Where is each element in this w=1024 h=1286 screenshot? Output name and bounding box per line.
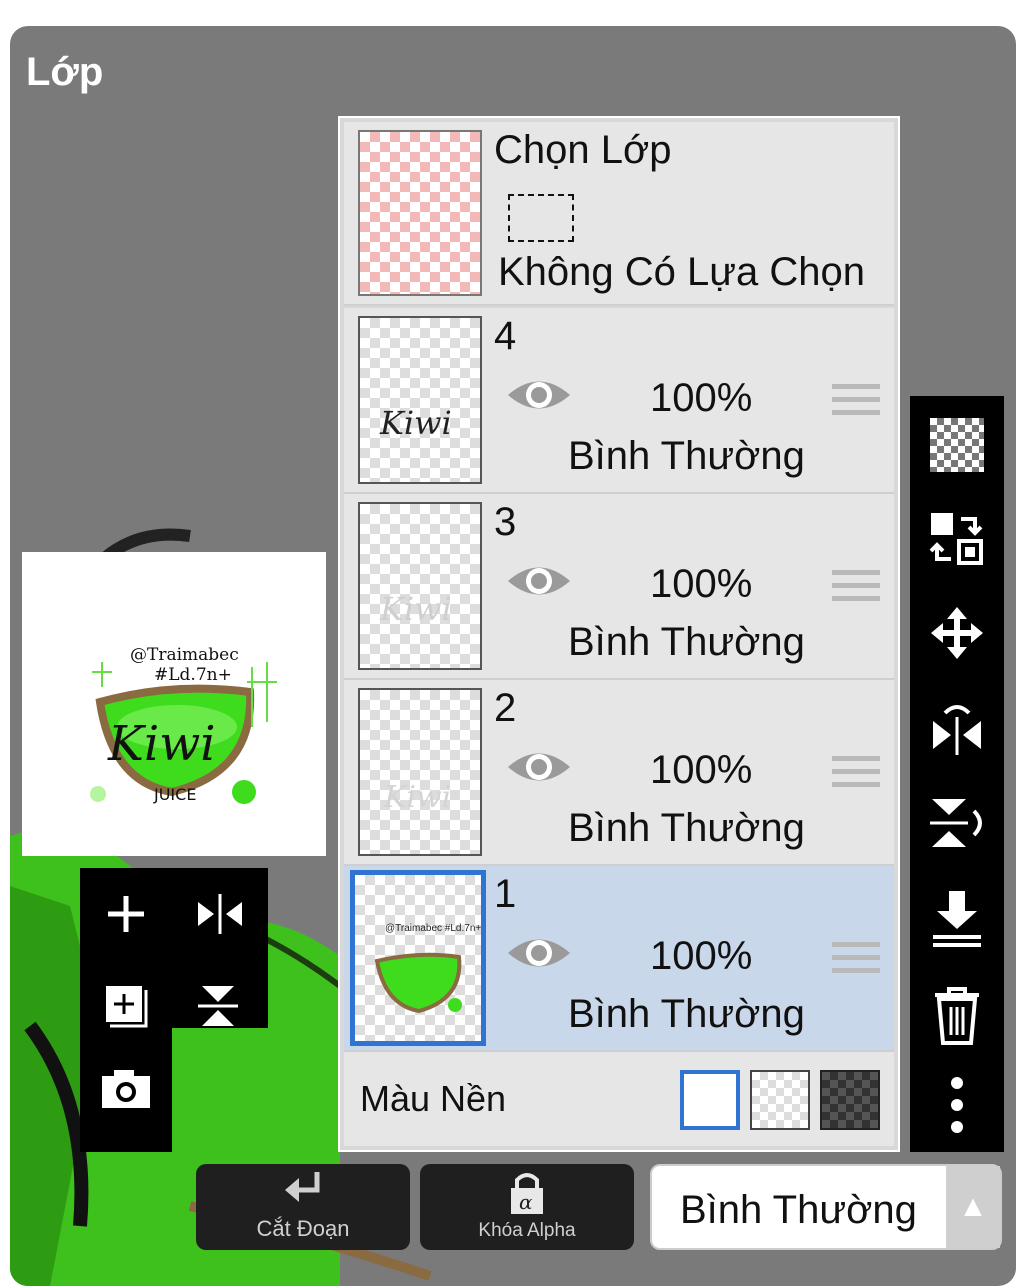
right-toolbar [910,396,1004,1152]
selection-title: Chọn Lớp [494,128,672,172]
move-button[interactable] [910,586,1004,680]
clipping-label: Cắt Đoạn [256,1216,350,1241]
layer-thumb-text: @Traimabec #Ld.7n+ [385,923,482,934]
transparent-fill-button[interactable] [910,398,1004,492]
preview-line1: @Traimabec [130,645,239,665]
eye-icon [508,381,570,409]
selection-layer-row[interactable]: Chọn Lớp Không Có Lựa Chọn [344,122,894,306]
layer-thumb-text: Kiwi [384,780,452,815]
flip-vertical-icon [930,799,982,847]
layer-thumbnail: @Traimabec #Ld.7n+ [350,870,486,1046]
move-icon [931,607,983,659]
background-color-label: Màu Nền [360,1078,507,1119]
layer-thumb-text: Kiwi [380,404,452,442]
layer-thumbnail: Kiwi [358,316,482,484]
eye-icon [508,753,570,781]
selection-status: Không Có Lựa Chọn [498,250,866,294]
layer-opacity: 100% [650,934,753,978]
flip-horizontal-icon [198,894,242,934]
layer-blend-mode: Bình Thường [568,806,805,850]
background-dark-swatch[interactable] [820,1070,880,1130]
layer-name: 3 [494,500,517,544]
flip-vertical-button[interactable] [910,776,1004,870]
layer-opacity: 100% [650,748,753,792]
layers-list: Chọn Lớp Không Có Lựa Chọn Kiwi 4 100% B… [338,116,900,1152]
flip-horizontal-icon [933,705,981,755]
layer-row-selected[interactable]: @Traimabec #Ld.7n+ 1 100% Bình Thường [344,866,894,1052]
flip-horizontal-button[interactable] [910,682,1004,776]
layer-row[interactable]: Kiwi 4 100% Bình Thường [344,308,894,494]
add-layer-button[interactable] [80,868,172,960]
visibility-toggle[interactable] [506,746,572,793]
preview-sub: JUICE [153,785,196,804]
flip-vertical-button[interactable] [174,960,266,1052]
drag-handle[interactable] [832,756,880,795]
visibility-toggle[interactable] [506,932,572,979]
preview-word: Kiwi [107,716,216,772]
left-toolbar-bottom [80,1028,172,1152]
transparent-checker-icon [930,418,984,472]
more-options-button[interactable] [910,1058,1004,1152]
more-vert-icon [951,1077,963,1133]
drag-handle[interactable] [832,384,880,423]
add-layer-icon [108,896,144,932]
alpha-lock-button[interactable]: α Khóa Alpha [420,1164,634,1250]
layer-thumb-art [374,952,462,1014]
layer-row[interactable]: Kiwi 2 100% Bình Thường [344,680,894,866]
layer-name: 1 [494,872,517,916]
swap-layer-icon [929,513,983,565]
blend-mode-select[interactable]: Bình Thường ▲ [650,1164,1002,1250]
left-toolbar [80,868,268,1028]
layer-thumbnail: Kiwi [358,688,482,856]
delete-layer-button[interactable] [910,968,1004,1062]
layer-row[interactable]: Kiwi 3 100% Bình Thường [344,494,894,680]
layer-blend-mode: Bình Thường [568,620,805,664]
preview-line2: #Ld.7n+ [154,665,232,685]
layer-thumb-text: Kiwi [380,590,452,628]
layer-opacity: 100% [650,376,753,420]
drag-handle[interactable] [832,942,880,981]
eye-icon [508,939,570,967]
dropdown-arrow-icon[interactable]: ▲ [946,1166,1000,1248]
lock-icon: α [511,1173,543,1214]
merge-down-button[interactable] [910,872,1004,966]
blend-mode-value: Bình Thường [680,1188,917,1232]
merge-down-icon [933,891,981,947]
kiwi-preview-art: @Traimabec #Ld.7n+ Kiwi JUICE [90,645,277,804]
layer-name: 2 [494,686,517,730]
swap-layer-button[interactable] [910,492,1004,586]
drag-handle[interactable] [832,570,880,609]
background-white-swatch[interactable] [680,1070,740,1130]
layer-opacity: 100% [650,562,753,606]
layer-thumbnail: Kiwi [358,502,482,670]
clipping-button[interactable]: Cắt Đoạn [196,1164,410,1250]
alpha-lock-label: Khóa Alpha [478,1220,576,1241]
visibility-toggle[interactable] [506,374,572,421]
background-transparent-swatch[interactable] [750,1070,810,1130]
layer-name: 4 [494,314,517,358]
eye-icon [508,567,570,595]
layer-blend-mode: Bình Thường [568,992,805,1036]
camera-button[interactable] [80,1042,172,1134]
selection-marquee-icon [508,194,574,242]
flip-vertical-icon [198,986,238,1026]
clip-arrow-icon [285,1172,320,1208]
visibility-toggle[interactable] [506,560,572,607]
flip-horizontal-button[interactable] [174,868,266,960]
camera-icon [102,1070,150,1108]
selection-thumbnail [358,130,482,296]
canvas-preview: @Traimabec #Ld.7n+ Kiwi JUICE [22,552,326,856]
background-color-row: Màu Nền [344,1052,894,1146]
svg-text:α: α [519,1190,533,1214]
layer-blend-mode: Bình Thường [568,434,805,478]
trash-icon [935,987,979,1045]
panel-title: Lớp [26,50,104,94]
add-copy-layer-icon [106,986,148,1028]
